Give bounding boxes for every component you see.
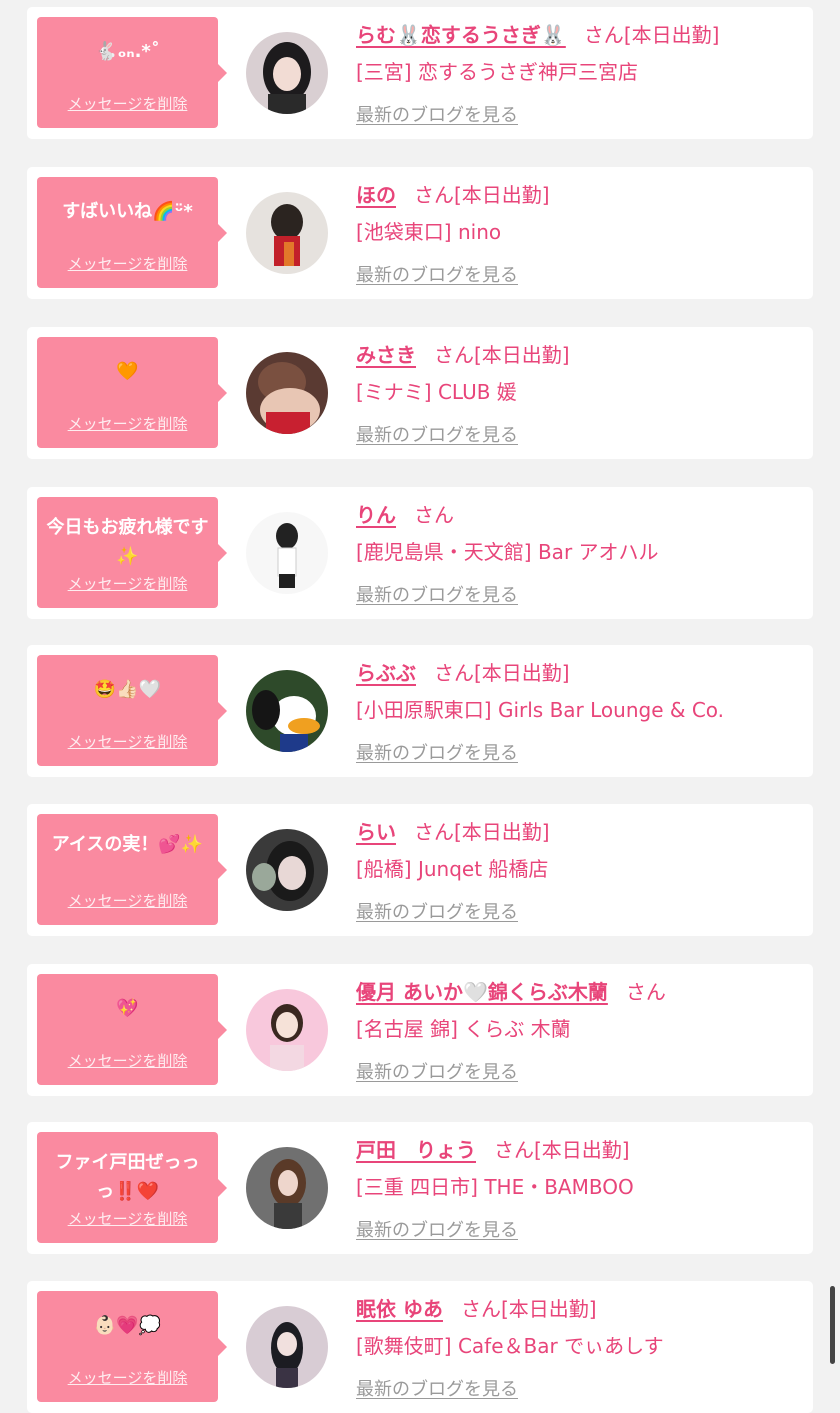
status-badge: [本日出勤] bbox=[454, 183, 550, 207]
message-text: 🐇ₒₙ.*˚ bbox=[95, 41, 160, 62]
shop-name: [池袋東口] nino bbox=[356, 220, 502, 244]
name-line: らむ🐰恋するうさぎ🐰 さん[本日出勤] bbox=[356, 19, 719, 48]
cast-name-link[interactable]: 優月 あいか🤍錦くらぶ木蘭 bbox=[356, 980, 608, 1004]
cast-name-link[interactable]: 眠依 ゆあ bbox=[356, 1297, 443, 1321]
name-line: 優月 あいか🤍錦くらぶ木蘭 さん bbox=[356, 976, 666, 1005]
name-line: みさき さん[本日出勤] bbox=[356, 339, 570, 368]
shop-name: [小田原駅東口] Girls Bar Lounge & Co. bbox=[356, 698, 725, 722]
delete-message-link[interactable]: メッセージを削除 bbox=[37, 413, 218, 434]
avatar[interactable] bbox=[246, 1147, 328, 1229]
message-bubble: すばいいね🌈ᵕ̈* メッセージを削除 bbox=[37, 177, 227, 288]
message-text: 🧡 bbox=[116, 361, 139, 382]
avatar[interactable] bbox=[246, 670, 328, 752]
delete-message-link[interactable]: メッセージを削除 bbox=[37, 573, 218, 594]
list-item: すばいいね🌈ᵕ̈* メッセージを削除 ほの さん[本日出勤] [池袋東口] nin… bbox=[27, 167, 813, 299]
cast-name-link[interactable]: らむ🐰恋するうさぎ🐰 bbox=[356, 23, 566, 47]
status-badge: [本日出勤] bbox=[500, 1297, 597, 1321]
name-line: らぶぶ さん[本日出勤] bbox=[356, 657, 570, 686]
status-badge: [本日出勤] bbox=[623, 23, 720, 47]
latest-blog-link[interactable]: 最新のブログを見る bbox=[356, 421, 518, 447]
message-text: 👶🏻💗💭 bbox=[93, 1315, 162, 1336]
name-line: りん さん bbox=[356, 499, 454, 528]
list-item: 🐇ₒₙ.*˚ メッセージを削除 らむ🐰恋するうさぎ🐰 さん[本日出勤] [三宮] … bbox=[27, 7, 813, 139]
honorific: さん bbox=[494, 1138, 534, 1162]
shop-name: [鹿児島県・天文館] Bar アオハル bbox=[356, 540, 659, 564]
latest-blog-link[interactable]: 最新のブログを見る bbox=[356, 101, 518, 127]
status-badge: [本日出勤] bbox=[474, 343, 570, 367]
message-bubble: 🐇ₒₙ.*˚ メッセージを削除 bbox=[37, 17, 227, 128]
list-item: 👶🏻💗💭 メッセージを削除 眠依 ゆあ さん[本日出勤] [歌舞伎町] Cafe＆… bbox=[27, 1281, 813, 1413]
cast-name-link[interactable]: ほの bbox=[356, 183, 396, 207]
name-line: らい さん[本日出勤] bbox=[356, 816, 550, 845]
latest-blog-link[interactable]: 最新のブログを見る bbox=[356, 581, 518, 607]
message-bubble: 🧡 メッセージを削除 bbox=[37, 337, 227, 448]
avatar[interactable] bbox=[246, 352, 328, 434]
list-item: 💖 メッセージを削除 優月 あいか🤍錦くらぶ木蘭 さん [名古屋 錦] くらぶ 木… bbox=[27, 964, 813, 1096]
avatar[interactable] bbox=[246, 989, 328, 1071]
latest-blog-link[interactable]: 最新のブログを見る bbox=[356, 1058, 518, 1084]
latest-blog-link[interactable]: 最新のブログを見る bbox=[356, 739, 518, 765]
delete-message-link[interactable]: メッセージを削除 bbox=[37, 1367, 218, 1388]
delete-message-link[interactable]: メッセージを削除 bbox=[37, 731, 218, 752]
message-bubble: 👶🏻💗💭 メッセージを削除 bbox=[37, 1291, 227, 1402]
message-text: 🤩👍🏻🤍 bbox=[93, 679, 162, 700]
message-text: アイスの実！💕✨ bbox=[51, 834, 204, 855]
cast-name-link[interactable]: らい bbox=[356, 820, 396, 844]
honorific: さん bbox=[583, 23, 624, 47]
delete-message-link[interactable]: メッセージを削除 bbox=[37, 1050, 218, 1071]
shop-name: [三宮] 恋するうさぎ神戸三宮店 bbox=[356, 60, 638, 84]
latest-blog-link[interactable]: 最新のブログを見る bbox=[356, 261, 518, 287]
latest-blog-link[interactable]: 最新のブログを見る bbox=[356, 898, 518, 924]
honorific: さん bbox=[434, 343, 474, 367]
message-bubble: 🤩👍🏻🤍 メッセージを削除 bbox=[37, 655, 227, 766]
list-item: 🧡 メッセージを削除 みさき さん[本日出勤] [ミナミ] CLUB 媛 最新のブ… bbox=[27, 327, 813, 459]
delete-message-link[interactable]: メッセージを削除 bbox=[37, 93, 218, 114]
latest-blog-link[interactable]: 最新のブログを見る bbox=[356, 1375, 518, 1401]
honorific: さん bbox=[460, 1297, 501, 1321]
message-bubble: ファイ戸田ぜっっっ‼️❤️ メッセージを削除 bbox=[37, 1132, 227, 1243]
avatar[interactable] bbox=[246, 1306, 328, 1388]
honorific: さん bbox=[414, 503, 454, 527]
honorific: さん bbox=[414, 183, 454, 207]
message-text: 💖 bbox=[116, 998, 139, 1019]
delete-message-link[interactable]: メッセージを削除 bbox=[37, 890, 218, 911]
shop-name: [名古屋 錦] くらぶ 木蘭 bbox=[356, 1017, 571, 1041]
avatar[interactable] bbox=[246, 32, 328, 114]
list-item: アイスの実！💕✨ メッセージを削除 らい さん[本日出勤] [船橋] Junqet… bbox=[27, 804, 813, 936]
message-text: 今日もお疲れ様です✨ bbox=[46, 517, 209, 567]
honorific: さん bbox=[625, 980, 666, 1004]
cast-name-link[interactable]: 戸田 りょう bbox=[356, 1138, 476, 1162]
message-bubble: 今日もお疲れ様です✨ メッセージを削除 bbox=[37, 497, 227, 608]
cast-name-link[interactable]: らぶぶ bbox=[356, 661, 416, 685]
message-bubble: アイスの実！💕✨ メッセージを削除 bbox=[37, 814, 227, 925]
status-badge: [本日出勤] bbox=[474, 661, 570, 685]
list-item: 🤩👍🏻🤍 メッセージを削除 らぶぶ さん[本日出勤] [小田原駅東口] Girls… bbox=[27, 645, 813, 777]
shop-name: [三重 四日市] THE・BAMBOO bbox=[356, 1175, 634, 1199]
avatar[interactable] bbox=[246, 192, 328, 274]
name-line: ほの さん[本日出勤] bbox=[356, 179, 550, 208]
status-badge: [本日出勤] bbox=[534, 1138, 630, 1162]
shop-name: [ミナミ] CLUB 媛 bbox=[356, 380, 517, 404]
message-text: ファイ戸田ぜっっっ‼️❤️ bbox=[55, 1152, 200, 1202]
cast-name-link[interactable]: みさき bbox=[356, 343, 416, 367]
cast-name-link[interactable]: りん bbox=[356, 503, 396, 527]
latest-blog-link[interactable]: 最新のブログを見る bbox=[356, 1216, 518, 1242]
scrollbar-thumb[interactable] bbox=[830, 1286, 835, 1364]
honorific: さん bbox=[434, 661, 474, 685]
name-line: 眠依 ゆあ さん[本日出勤] bbox=[356, 1293, 597, 1322]
delete-message-link[interactable]: メッセージを削除 bbox=[37, 253, 218, 274]
delete-message-link[interactable]: メッセージを削除 bbox=[37, 1208, 218, 1229]
avatar[interactable] bbox=[246, 512, 328, 594]
status-badge: [本日出勤] bbox=[454, 820, 550, 844]
list-item: 今日もお疲れ様です✨ メッセージを削除 りん さん [鹿児島県・天文館] Bar … bbox=[27, 487, 813, 619]
message-text: すばいいね🌈ᵕ̈* bbox=[62, 201, 193, 222]
message-bubble: 💖 メッセージを削除 bbox=[37, 974, 227, 1085]
avatar[interactable] bbox=[246, 829, 328, 911]
shop-name: [船橋] Junqet 船橋店 bbox=[356, 857, 549, 881]
shop-name: [歌舞伎町] Cafe＆Bar でぃあしす bbox=[356, 1334, 664, 1358]
honorific: さん bbox=[414, 820, 454, 844]
list-item: ファイ戸田ぜっっっ‼️❤️ メッセージを削除 戸田 りょう さん[本日出勤] [三… bbox=[27, 1122, 813, 1254]
name-line: 戸田 りょう さん[本日出勤] bbox=[356, 1134, 630, 1163]
